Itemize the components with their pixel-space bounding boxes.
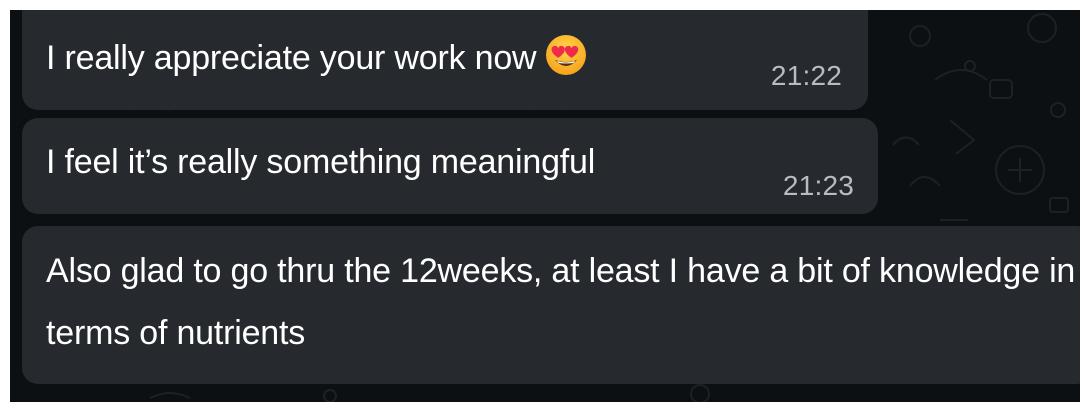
message-timestamp: 21:23 [782,170,854,201]
message-text: I feel it’s really something meaningful [46,143,596,181]
message-timestamp: 21:22 [770,60,842,91]
message-bubble-1[interactable]: I really appreciate your work now 21:22 [22,10,868,110]
chat-conversation: I really appreciate your work now 21:22 … [10,10,1080,402]
message-bubble-3[interactable]: Also glad to go thru the 12weeks, at lea… [22,226,1080,384]
message-text: Also glad to go thru the 12weeks, at lea… [46,252,1076,352]
message-text: I really appreciate your work now [46,32,588,92]
heart-eyes-emoji-icon [544,33,588,92]
message-bubble-2[interactable]: I feel it’s really something meaningful … [22,118,878,214]
